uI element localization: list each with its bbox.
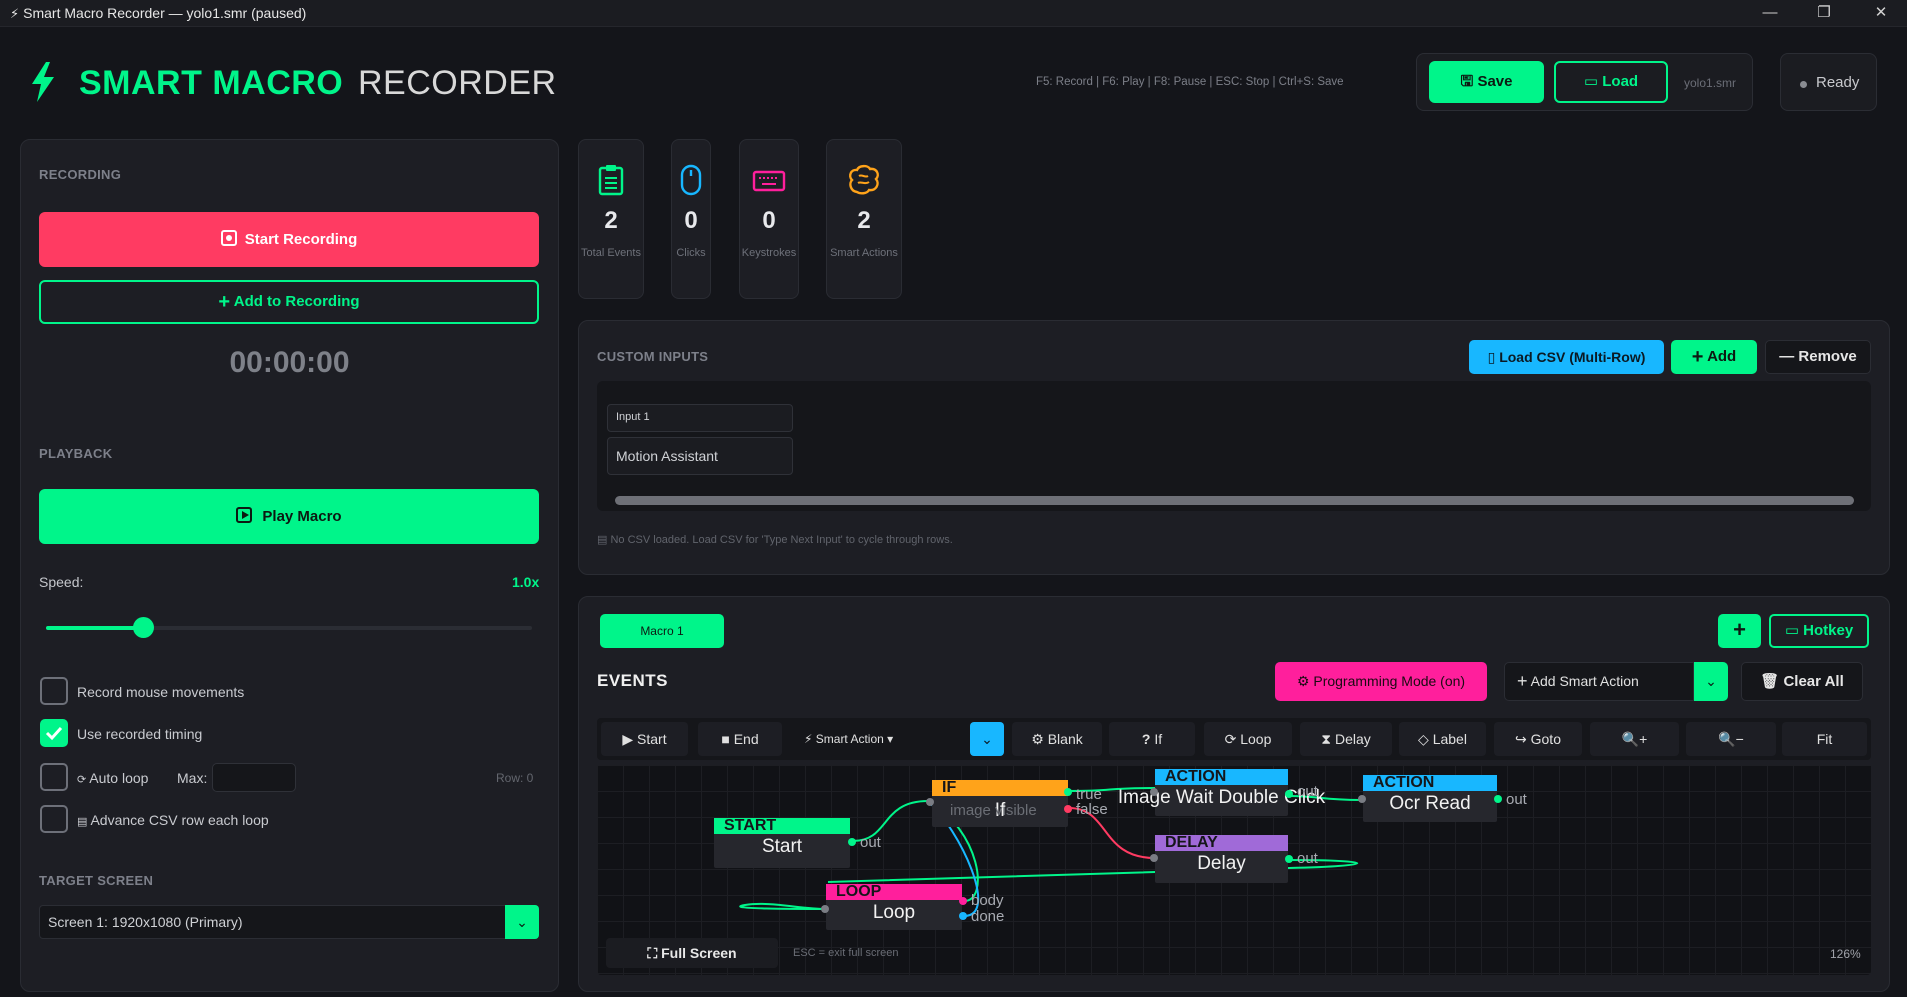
port-label: out <box>860 834 881 851</box>
node-header: LOOP <box>826 884 962 900</box>
node-loop[interactable]: LOOP Loop <box>826 884 962 930</box>
full-screen-button[interactable]: ⛶ Full Screen <box>606 938 778 968</box>
node-header: DELAY <box>1155 835 1288 851</box>
port-in-icon[interactable] <box>1150 788 1158 796</box>
node-header: START <box>714 818 850 834</box>
port-done-icon[interactable] <box>959 912 967 920</box>
node-wires <box>739 787 1362 917</box>
port-in-icon[interactable] <box>926 798 934 806</box>
port-out-icon[interactable] <box>1285 790 1293 798</box>
expand-icon: ⛶ <box>647 945 662 961</box>
node-action-image-wait[interactable]: ACTION Image Wait Double Click <box>1118 769 1325 816</box>
node-subtitle: image visible <box>950 802 1037 819</box>
node-title: Ocr Read <box>1389 793 1471 814</box>
wire-loop-entry <box>739 902 829 910</box>
node-action-ocr-read[interactable]: ACTION Ocr Read <box>1363 775 1497 822</box>
port-label: body <box>971 892 1004 909</box>
node-title: Loop <box>872 902 916 923</box>
port-out-icon[interactable] <box>1494 795 1502 803</box>
zoom-level: 126% <box>1830 947 1861 961</box>
node-title: Delay <box>1197 853 1246 874</box>
port-out-icon[interactable] <box>1285 855 1293 863</box>
node-delay[interactable]: DELAY Delay <box>1155 835 1288 883</box>
node-header: ACTION <box>1155 769 1288 785</box>
node-start[interactable]: START Start <box>714 818 850 868</box>
node-title: image visible If <box>950 800 1037 821</box>
full-screen-note: ESC = exit full screen <box>793 947 899 959</box>
port-label: out <box>1506 791 1527 808</box>
port-in-icon[interactable] <box>1358 795 1366 803</box>
port-label: out <box>1297 783 1318 800</box>
port-out-icon[interactable] <box>848 838 856 846</box>
node-header: ACTION <box>1363 775 1497 791</box>
port-true-icon[interactable] <box>1064 788 1072 796</box>
port-label: out <box>1297 850 1318 867</box>
port-in-icon[interactable] <box>821 905 829 913</box>
port-label: false <box>1076 801 1108 818</box>
port-label: done <box>971 908 1005 925</box>
node-header: IF <box>932 780 1068 796</box>
node-title: Start <box>761 836 803 857</box>
port-body-icon[interactable] <box>959 897 967 905</box>
node-if[interactable]: IF image visible If <box>932 780 1068 827</box>
port-in-icon[interactable] <box>1150 854 1158 862</box>
port-false-icon[interactable] <box>1064 805 1072 813</box>
